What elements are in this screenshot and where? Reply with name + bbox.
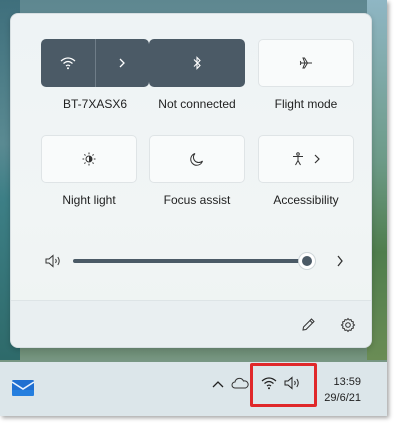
tray-highlight-box: [250, 363, 317, 407]
desktop-screen: BT-7XASX6 Not connected Flight mode Nigh…: [0, 0, 387, 416]
wifi-expand-button[interactable]: [96, 39, 150, 87]
edit-button[interactable]: [297, 315, 319, 335]
tile-wifi[interactable]: [41, 39, 149, 87]
tile-label-accessibility: Accessibility: [273, 193, 339, 207]
chevron-right-icon: [118, 58, 126, 68]
tile-accessibility[interactable]: [258, 135, 354, 183]
tile-label-night-light: Night light: [62, 193, 116, 207]
show-hidden-icons-button[interactable]: [211, 377, 225, 391]
moon-icon: [190, 152, 204, 166]
tile-label-focus-assist: Focus assist: [163, 193, 231, 207]
gear-icon: [340, 317, 356, 333]
volume-slider-thumb[interactable]: [298, 252, 316, 270]
quick-settings-panel: BT-7XASX6 Not connected Flight mode Nigh…: [10, 13, 372, 348]
audio-output-button[interactable]: [331, 252, 349, 270]
tile-focus-assist[interactable]: [149, 135, 245, 183]
tile-label-wifi: BT-7XASX6: [62, 97, 128, 111]
chevron-right-icon: [336, 255, 344, 267]
clock-date: 29/6/21: [324, 392, 361, 404]
chevron-up-icon: [212, 380, 224, 388]
brightness-icon: [82, 152, 96, 166]
bluetooth-icon: [192, 56, 202, 70]
volume-row: [45, 249, 365, 273]
taskbar: 13:59 29/6/21: [0, 362, 387, 416]
mail-app-button[interactable]: [10, 375, 36, 401]
tile-bluetooth[interactable]: [149, 39, 245, 87]
cloud-icon: [231, 377, 249, 389]
accessibility-icon: [291, 152, 305, 166]
chevron-right-icon: [313, 154, 321, 164]
settings-button[interactable]: [337, 315, 359, 335]
speaker-icon[interactable]: [45, 252, 63, 270]
wifi-icon: [60, 56, 76, 70]
mail-icon: [11, 378, 35, 398]
tile-flight-mode[interactable]: [258, 39, 354, 87]
pencil-icon: [300, 317, 316, 333]
tile-label-bluetooth: Not connected: [158, 97, 236, 111]
wifi-toggle[interactable]: [41, 39, 95, 87]
panel-footer: [11, 300, 371, 347]
tile-night-light[interactable]: [41, 135, 137, 183]
tile-label-flight-mode: Flight mode: [274, 97, 338, 111]
onedrive-button[interactable]: [231, 376, 249, 390]
airplane-icon: [299, 56, 313, 70]
clock-time: 13:59: [333, 376, 361, 388]
volume-slider-track[interactable]: [73, 259, 309, 263]
clock[interactable]: 13:59 29/6/21: [324, 374, 361, 406]
